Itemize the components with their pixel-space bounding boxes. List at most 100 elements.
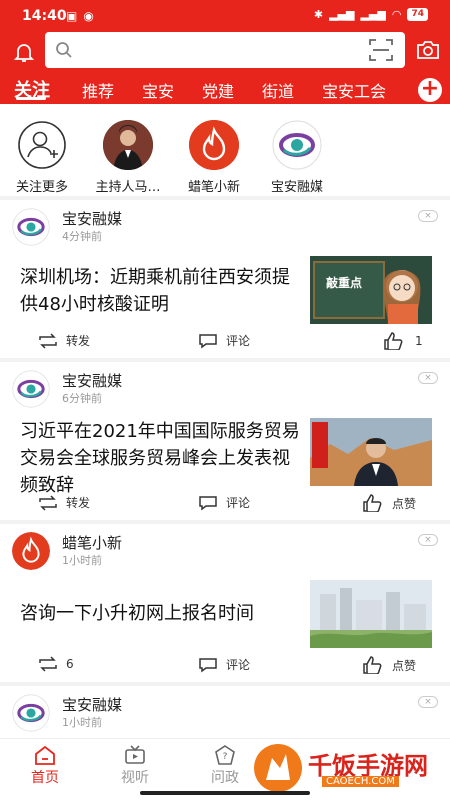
follow-item-host[interactable]: 主持人马… — [88, 120, 168, 195]
close-icon[interactable]: × — [418, 210, 438, 222]
host-photo — [103, 120, 153, 170]
close-icon[interactable]: × — [418, 534, 438, 546]
tab-party[interactable]: 党建 — [202, 78, 234, 102]
status-bar: 14:40 ▣ ◉ ✱ ▂▄▆ ▂▄▆ ◠ 74 — [0, 0, 450, 32]
share-button[interactable]: 6 — [38, 656, 74, 672]
feed-card[interactable]: 宝安融媒 1小时前 × — [0, 686, 450, 738]
nav-inquiry[interactable]: ? 问政 — [195, 745, 255, 787]
follow-item-more[interactable]: 关注更多 — [2, 120, 82, 195]
comment-button[interactable]: 评论 — [198, 332, 250, 349]
card-thumbnail[interactable]: 敲重点 — [310, 256, 432, 324]
home-icon — [35, 745, 55, 765]
like-count: 1 — [415, 334, 423, 348]
comment-icon — [199, 333, 217, 348]
tab-street[interactable]: 街道 — [262, 78, 294, 102]
watermark-logo: 千饭手游网 CAOECH.COM — [252, 742, 442, 794]
thumbs-up-icon — [363, 494, 382, 512]
nav-video[interactable]: 视听 — [105, 745, 165, 787]
like-button[interactable]: 1 — [383, 332, 423, 350]
flame-logo[interactable] — [12, 532, 50, 570]
comment-button[interactable]: 评论 — [198, 656, 250, 673]
close-icon[interactable]: × — [418, 372, 438, 384]
alarm-icon: ◉ — [83, 9, 94, 23]
like-button[interactable]: 点赞 — [362, 656, 416, 674]
follow-row: 关注更多 主持人马… 蜡笔小新 宝安融媒 — [0, 104, 450, 196]
card-source[interactable]: 宝安融媒 — [62, 694, 122, 715]
search-icon — [56, 42, 72, 58]
share-count: 6 — [66, 657, 74, 671]
comment-label: 评论 — [226, 334, 251, 348]
share-icon — [39, 656, 57, 672]
comment-icon — [199, 495, 217, 510]
follow-item-baoan[interactable]: 宝安融媒 — [257, 120, 337, 195]
follow-label: 主持人马… — [95, 180, 161, 195]
signal-icon-2: ▂▄▆ — [360, 8, 386, 21]
camera-icon[interactable] — [416, 40, 440, 60]
like-label: 点赞 — [392, 658, 417, 673]
card-time: 6分钟前 — [62, 392, 102, 405]
status-left-icons: ▣ ◉ — [66, 9, 94, 23]
card-title[interactable]: 深圳机场：近期乘机前往西安须提供48小时核酸证明 — [20, 264, 300, 318]
close-icon[interactable]: × — [418, 696, 438, 708]
like-button[interactable]: 点赞 — [362, 494, 416, 512]
add-user-icon — [17, 120, 67, 170]
status-right: ✱ ▂▄▆ ▂▄▆ ◠ 74 — [314, 8, 428, 21]
svg-text:?: ? — [223, 752, 228, 762]
scan-icon[interactable] — [369, 39, 393, 61]
comment-label: 评论 — [226, 658, 251, 672]
card-thumbnail[interactable] — [310, 580, 432, 648]
card-source[interactable]: 宝安融媒 — [62, 208, 122, 229]
add-tab-button[interactable]: + — [418, 78, 442, 102]
follow-item-crayon[interactable]: 蜡笔小新 — [174, 120, 254, 195]
baoan-logo[interactable] — [12, 208, 50, 246]
share-label: 转发 — [66, 496, 91, 510]
baoan-logo[interactable] — [12, 370, 50, 408]
card-time: 1小时前 — [62, 554, 102, 567]
tab-baoan[interactable]: 宝安 — [142, 78, 174, 102]
flame-logo — [189, 120, 239, 170]
nav-video-label: 视听 — [121, 770, 149, 786]
home-indicator — [140, 791, 310, 795]
comment-icon — [199, 657, 217, 672]
card-thumbnail[interactable] — [310, 418, 432, 486]
active-tab-indicator — [16, 97, 46, 100]
share-label: 转发 — [66, 334, 91, 348]
battery-indicator: 74 — [407, 8, 428, 21]
comment-label: 评论 — [226, 496, 251, 510]
feed-card[interactable]: 宝安融媒 4分钟前 × 深圳机场：近期乘机前往西安须提供48小时核酸证明 敲重点… — [0, 200, 450, 358]
card-title[interactable]: 习近平在2021年中国国际服务贸易交易会全球服务贸易峰会上发表视频致辞 — [20, 418, 300, 499]
nav-home[interactable]: 首页 — [15, 745, 75, 787]
share-button[interactable]: 转发 — [38, 494, 90, 511]
card-source[interactable]: 宝安融媒 — [62, 370, 122, 391]
bluetooth-icon: ✱ — [313, 8, 324, 21]
search-bar[interactable] — [45, 32, 405, 68]
thumbs-up-icon — [363, 656, 382, 674]
baoan-logo[interactable] — [12, 694, 50, 732]
channel-tabs: 关注 推荐 宝安 党建 街道 宝安工会 — [0, 74, 450, 104]
signal-icon: ▂▄▆ — [329, 8, 355, 21]
question-icon: ? — [215, 745, 235, 765]
tab-union[interactable]: 宝安工会 — [322, 78, 386, 102]
watermark-url: CAOECH.COM — [322, 776, 399, 787]
card-time: 1小时前 — [62, 716, 102, 729]
like-label: 点赞 — [392, 496, 417, 511]
card-title[interactable]: 咨询一下小升初网上报名时间 — [20, 600, 300, 627]
wifi-icon: ◠ — [391, 8, 402, 21]
feed-card[interactable]: 蜡笔小新 1小时前 × 咨询一下小升初网上报名时间 6 评论 点赞 — [0, 524, 450, 682]
comment-button[interactable]: 评论 — [198, 494, 250, 511]
share-icon — [39, 494, 57, 511]
card-source[interactable]: 蜡笔小新 — [62, 532, 122, 553]
nav-inquiry-label: 问政 — [211, 770, 239, 786]
nav-home-label: 首页 — [31, 770, 59, 786]
follow-label: 蜡笔小新 — [187, 180, 240, 195]
feed-card[interactable]: 宝安融媒 6分钟前 × 习近平在2021年中国国际服务贸易交易会全球服务贸易峰会… — [0, 362, 450, 520]
share-icon — [39, 332, 57, 349]
thumb-text: 敲重点 — [326, 276, 363, 290]
tab-recommend[interactable]: 推荐 — [82, 78, 114, 102]
bell-icon[interactable] — [12, 40, 36, 64]
notification-icon: ▣ — [66, 9, 78, 23]
status-time: 14:40 — [22, 8, 67, 24]
share-button[interactable]: 转发 — [38, 332, 90, 349]
follow-label: 宝安融媒 — [270, 180, 323, 195]
card-time: 4分钟前 — [62, 230, 102, 243]
